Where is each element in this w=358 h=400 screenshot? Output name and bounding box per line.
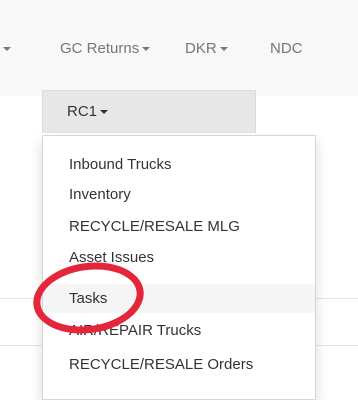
- menu-item-label: Inventory: [69, 186, 131, 203]
- nav-ndc-label: NDC: [270, 40, 303, 57]
- menu-item-label: RECYCLE/RESALE MLG: [69, 218, 240, 235]
- top-navbar: GC Returns DKR NDC: [0, 0, 358, 96]
- menu-item-label: Inbound Trucks: [69, 156, 172, 173]
- menu-item-inbound-trucks[interactable]: Inbound Trucks: [43, 150, 315, 179]
- chevron-down-icon: [3, 47, 11, 52]
- chevron-down-icon: [219, 47, 228, 52]
- chevron-down-icon: [142, 47, 151, 52]
- rc1-label-text: RC1: [67, 103, 98, 120]
- nav-ndc-link[interactable]: NDC: [270, 40, 303, 57]
- rc1-dropdown-label: RC1: [67, 103, 109, 120]
- nav-dkr-dropdown[interactable]: DKR: [185, 40, 228, 57]
- nav-gc-returns-dropdown[interactable]: GC Returns: [60, 40, 151, 57]
- menu-item-inventory[interactable]: Inventory: [43, 180, 315, 209]
- rc1-dropdown-toggle[interactable]: RC1: [42, 90, 256, 133]
- menu-item-recycle-resale-orders[interactable]: RECYCLE/RESALE Orders: [43, 350, 315, 379]
- chevron-down-icon: [100, 110, 109, 115]
- menu-item-recycle-resale-mlg[interactable]: RECYCLE/RESALE MLG: [43, 212, 315, 241]
- nav-gc-returns-label: GC Returns: [60, 40, 140, 57]
- nav-dkr-label: DKR: [185, 40, 217, 57]
- nav-overflow-dropdown[interactable]: [3, 40, 11, 57]
- menu-item-label: RECYCLE/RESALE Orders: [69, 356, 254, 373]
